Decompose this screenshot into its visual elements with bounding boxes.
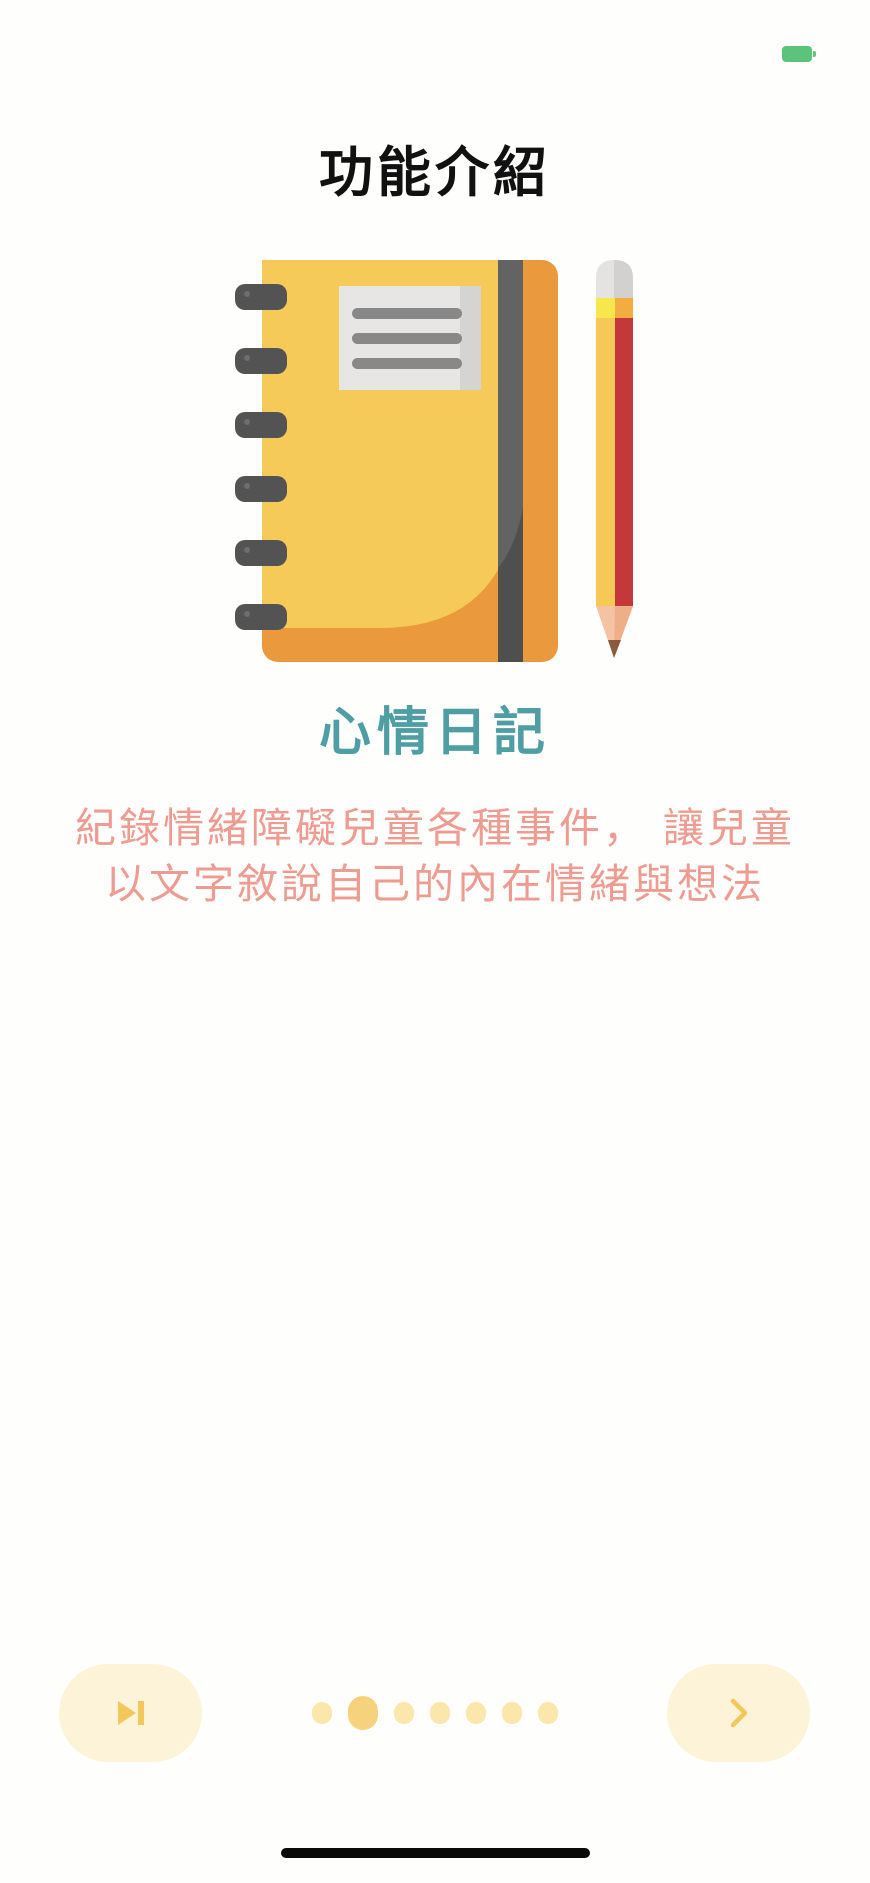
onboarding-navigation — [0, 1664, 870, 1764]
feature-description: 紀錄情緒障礙兒童各種事件， 讓兒童以文字敘說自己的內在情緒與想法 — [74, 804, 796, 908]
home-indicator[interactable] — [281, 1848, 590, 1858]
skip-to-end-icon — [117, 1701, 144, 1725]
page-dot-1[interactable] — [312, 1702, 332, 1724]
notebook-with-pencil-icon — [235, 260, 633, 662]
page-dot-3[interactable] — [394, 1702, 414, 1724]
page-title: 功能介紹 — [319, 141, 551, 204]
battery-icon — [782, 46, 816, 62]
next-button[interactable] — [667, 1664, 810, 1762]
page-dot-6[interactable] — [502, 1702, 522, 1724]
page-dot-5[interactable] — [466, 1702, 486, 1724]
page-dot-7[interactable] — [538, 1702, 558, 1724]
feature-name: 心情日記 — [318, 702, 551, 763]
chevron-right-icon — [730, 1698, 747, 1728]
page-dot-2[interactable] — [348, 1696, 378, 1730]
skip-button[interactable] — [59, 1664, 202, 1762]
page-dot-4[interactable] — [430, 1702, 450, 1724]
